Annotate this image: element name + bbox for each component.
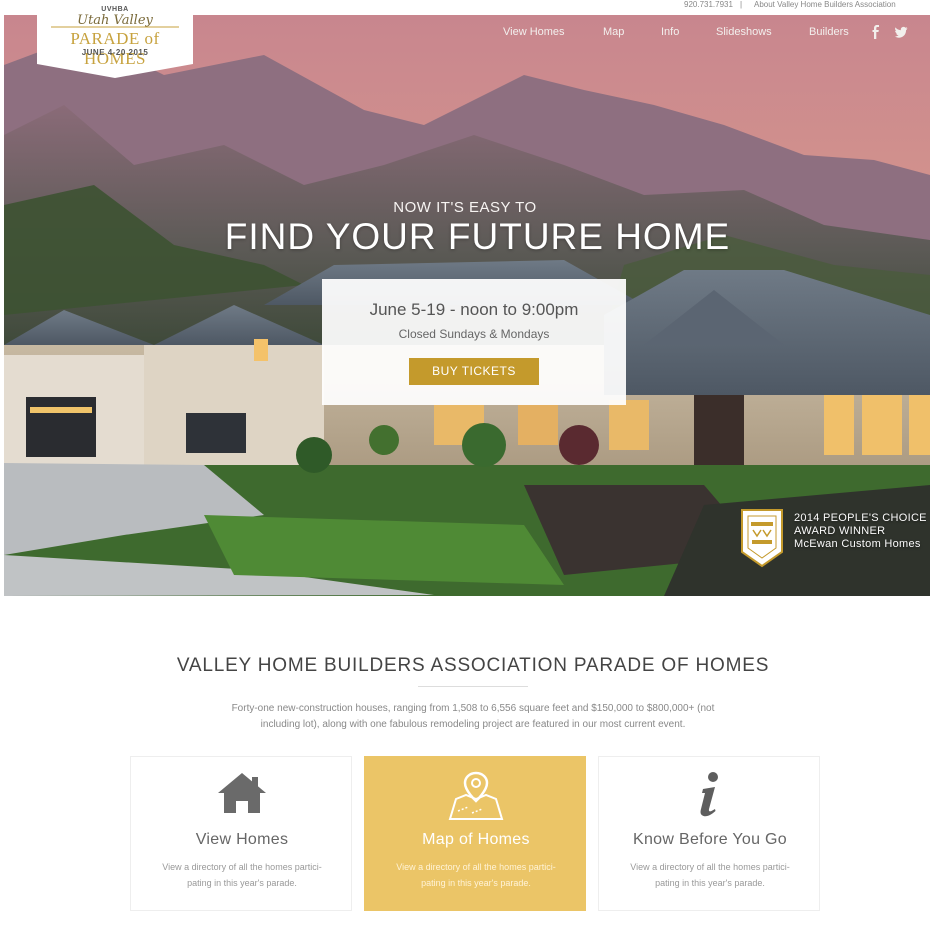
phone-number[interactable]: 920.731.7931 (684, 0, 733, 10)
info-icon (599, 771, 821, 821)
utility-separator: | (740, 0, 743, 9)
ticket-panel: June 5-19 - noon to 9:00pm Closed Sunday… (322, 279, 626, 405)
card-map-of-homes[interactable]: Map of Homes View a directory of all the… (364, 756, 586, 911)
twitter-icon[interactable] (895, 25, 908, 39)
section-description: Forty-one new-construction houses, rangi… (180, 701, 766, 733)
logo-dates: JUNE 4-20 2015 (81, 48, 149, 57)
map-pin-icon (365, 771, 587, 821)
buy-tickets-button[interactable]: BUY TICKETS (409, 358, 539, 385)
nav-slideshows[interactable]: Slideshows (716, 26, 772, 38)
award-line-1: 2014 PEOPLE'S CHOICE (794, 512, 927, 524)
nav-info[interactable]: Info (661, 26, 679, 38)
nav-map[interactable]: Map (603, 26, 624, 38)
hero-headline: FIND YOUR FUTURE HOME (224, 216, 731, 257)
card-title: Know Before You Go (633, 831, 787, 848)
card-description-line-2: pating in this year's parade. (421, 878, 531, 888)
card-view-homes[interactable]: View Homes View a directory of all the h… (130, 756, 352, 911)
card-description-line-1: View a directory of all the homes partic… (162, 862, 322, 872)
facebook-icon[interactable] (870, 25, 882, 39)
card-description: View a directory of all the homes partic… (145, 859, 339, 891)
nav-builders[interactable]: Builders (809, 26, 849, 38)
card-title: Map of Homes (422, 831, 530, 848)
main-nav: View Homes Map Info Slideshows Builders (0, 26, 930, 42)
card-description: View a directory of all the homes partic… (379, 859, 573, 891)
house-icon (131, 771, 353, 821)
about-link[interactable]: About Valley Home Builders Association (754, 0, 896, 10)
award-line-2: AWARD WINNER (794, 525, 886, 537)
logo-org: UVHBA (101, 6, 129, 13)
section-description-line-2: including lot), along with one fabulous … (260, 719, 686, 730)
award-caption: 2014 PEOPLE'S CHOICE AWARD WINNER McEwan… (794, 512, 927, 551)
closed-note: Closed Sundays & Mondays (398, 327, 550, 341)
card-description-line-1: View a directory of all the homes partic… (630, 862, 790, 872)
card-description-line-1: View a directory of all the homes partic… (396, 862, 556, 872)
nav-view-homes[interactable]: View Homes (503, 26, 565, 38)
card-description-line-2: pating in this year's parade. (655, 878, 765, 888)
event-dates: June 5-19 - noon to 9:00pm (369, 300, 579, 319)
card-know-before-you-go[interactable]: Know Before You Go View a directory of a… (598, 756, 820, 911)
hero-kicker: NOW IT'S EASY TO (393, 199, 537, 216)
award-line-3: McEwan Custom Homes (794, 538, 921, 550)
section-description-line-1: Forty-one new-construction houses, rangi… (231, 703, 715, 714)
card-title: View Homes (195, 831, 289, 848)
card-description: View a directory of all the homes partic… (613, 859, 807, 891)
card-description-line-2: pating in this year's parade. (187, 878, 297, 888)
section-divider (418, 686, 528, 687)
section-title: VALLEY HOME BUILDERS ASSOCIATION PARADE … (176, 655, 770, 676)
